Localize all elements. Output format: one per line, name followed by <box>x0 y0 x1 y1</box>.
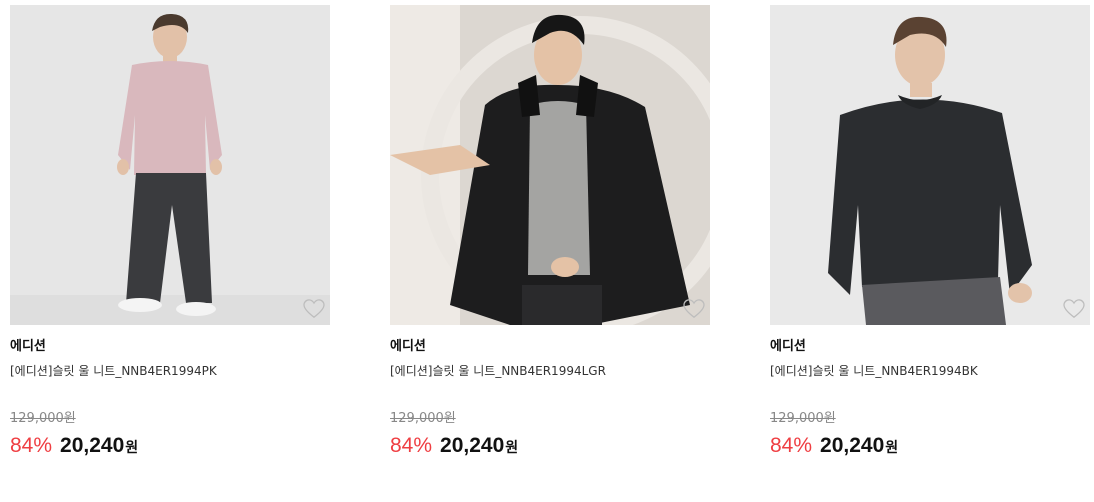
original-price: 129,000원 <box>390 411 456 426</box>
wishlist-heart-icon[interactable] <box>683 299 705 319</box>
product-card[interactable]: 에디션 [에디션]슬릿 울 니트_NNB4ER1994BK 129,000원 8… <box>770 5 1090 461</box>
model-black-jacket-image <box>390 5 710 325</box>
currency-unit: 원 <box>125 440 139 456</box>
original-price: 129,000원 <box>10 411 76 426</box>
discount-rate: 84% <box>10 434 53 457</box>
price-row: 84% 20,240원 <box>10 433 330 461</box>
product-image[interactable] <box>10 5 330 325</box>
product-card[interactable]: 에디션 [에디션]슬릿 울 니트_NNB4ER1994PK 129,000원 8… <box>10 5 330 461</box>
price-row: 84% 20,240원 <box>770 433 1090 461</box>
discount-rate: 84% <box>770 434 813 457</box>
product-card[interactable]: 에디션 [에디션]슬릿 울 니트_NNB4ER1994LGR 129,000원 … <box>390 5 710 461</box>
currency-unit: 원 <box>885 440 899 456</box>
brand-name[interactable]: 에디션 <box>770 339 1090 355</box>
discount-rate: 84% <box>390 434 433 457</box>
price-row: 84% 20,240원 <box>390 433 710 461</box>
original-price: 129,000원 <box>770 411 836 426</box>
sale-price: 20,240 <box>440 434 505 457</box>
model-black-sweater-image <box>770 5 1090 325</box>
sale-price: 20,240 <box>820 434 885 457</box>
product-name[interactable]: [에디션]슬릿 울 니트_NNB4ER1994BK <box>770 363 1090 379</box>
product-image[interactable] <box>770 5 1090 325</box>
product-name[interactable]: [에디션]슬릿 울 니트_NNB4ER1994LGR <box>390 363 710 379</box>
wishlist-heart-icon[interactable] <box>1063 299 1085 319</box>
brand-name[interactable]: 에디션 <box>10 339 330 355</box>
currency-unit: 원 <box>505 440 519 456</box>
model-pink-sweater-image <box>10 5 330 325</box>
sale-price: 20,240 <box>60 434 125 457</box>
wishlist-heart-icon[interactable] <box>303 299 325 319</box>
product-image[interactable] <box>390 5 710 325</box>
brand-name[interactable]: 에디션 <box>390 339 710 355</box>
product-name[interactable]: [에디션]슬릿 울 니트_NNB4ER1994PK <box>10 363 330 379</box>
